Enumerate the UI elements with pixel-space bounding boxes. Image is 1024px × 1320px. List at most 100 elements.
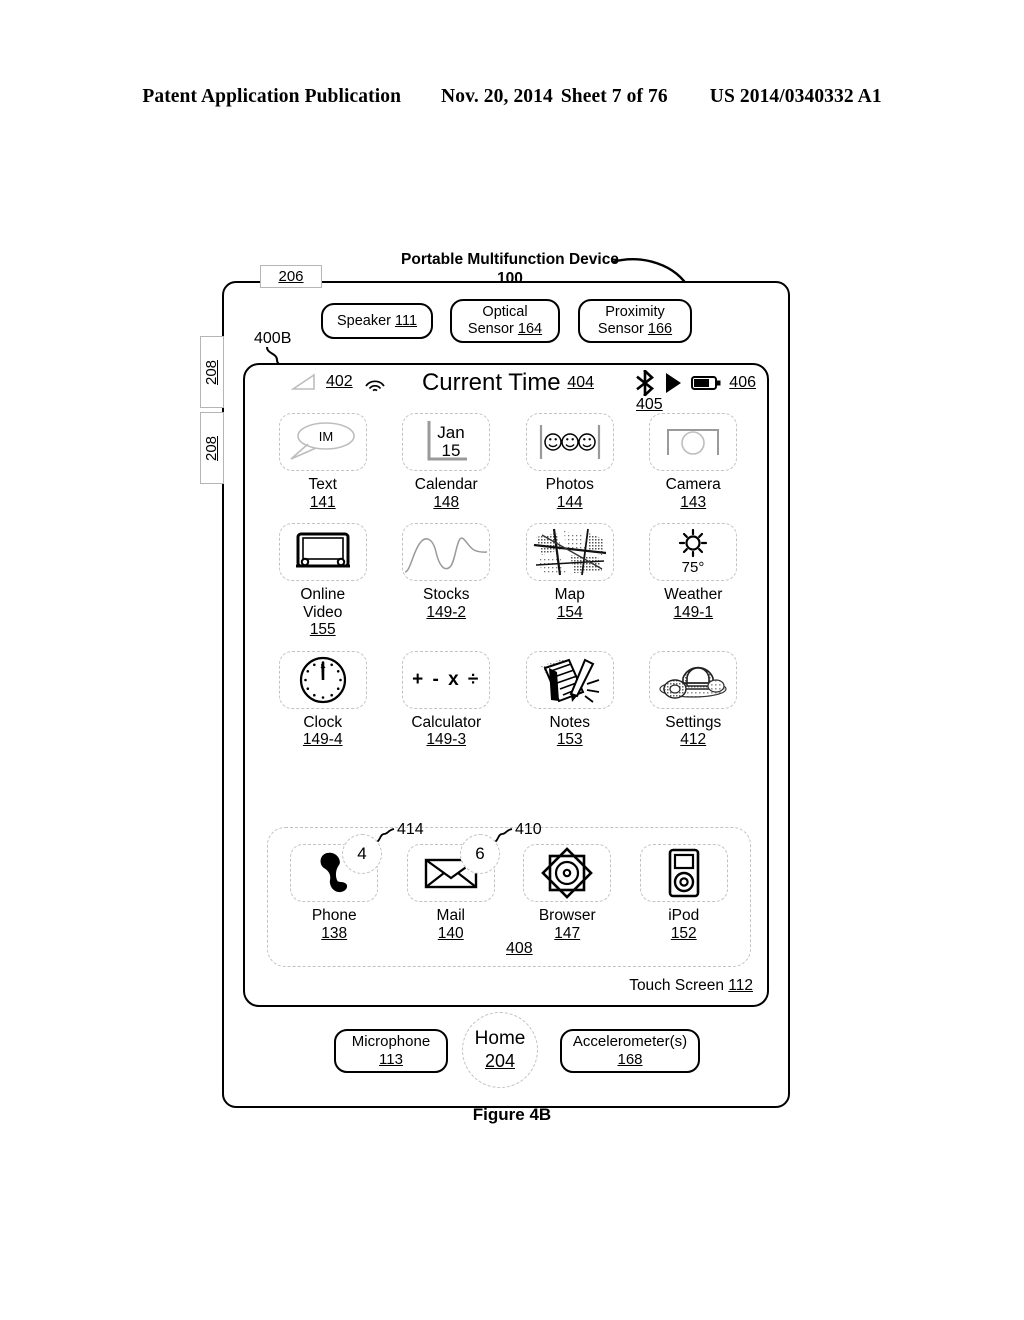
photos-app-ref: 144 bbox=[556, 493, 583, 511]
notes-app-label: Notes 153 bbox=[550, 714, 591, 749]
settings-app-label: Settings 412 bbox=[665, 714, 721, 749]
app-camera[interactable]: Camera 143 bbox=[637, 413, 749, 511]
home-button-ref: 204 bbox=[484, 1051, 516, 1071]
proximity-sensor-ref: 166 bbox=[647, 321, 673, 337]
settings-app-ref: 412 bbox=[680, 731, 707, 748]
gears-icon bbox=[659, 666, 727, 699]
app-calculator[interactable]: + - x ÷ Calculator 149-3 bbox=[390, 650, 502, 749]
text-app-name: Text bbox=[308, 476, 337, 493]
app-photos[interactable]: Photos 144 bbox=[514, 413, 626, 511]
calendar-icon: Jan 15 bbox=[427, 421, 468, 461]
stocks-app-tile[interactable] bbox=[402, 523, 491, 581]
app-settings[interactable]: Settings 412 bbox=[637, 650, 749, 749]
settings-app-name: Settings bbox=[665, 713, 722, 731]
phone-badge-ref: 414 bbox=[397, 821, 424, 838]
notes-app-ref: 153 bbox=[556, 731, 583, 748]
text-app-label: Text 141 bbox=[309, 476, 337, 511]
tab-208-upper: 208 bbox=[200, 336, 224, 408]
app-map[interactable]: Map 154 bbox=[514, 523, 626, 639]
browser-app-name: Browser bbox=[538, 907, 596, 924]
app-row-3: Clock 149-4 + - x ÷ Calculator 149-3 Not… bbox=[245, 650, 771, 749]
calendar-app-ref: 148 bbox=[433, 493, 460, 511]
mail-badge-ref: 410 bbox=[515, 821, 542, 838]
publication-label: Patent Application Publication bbox=[142, 86, 402, 107]
app-stocks[interactable]: Stocks 149-2 bbox=[390, 523, 502, 639]
browser-app-label: Browser 147 bbox=[539, 907, 596, 942]
publication-date: Nov. 20, 2014 bbox=[441, 86, 553, 107]
weather-app-ref: 149-1 bbox=[673, 603, 714, 621]
calculator-app-label: Calculator 149-3 bbox=[411, 714, 481, 749]
online-video-app-tile[interactable] bbox=[278, 523, 367, 581]
calculator-app-tile[interactable]: + - x ÷ bbox=[402, 650, 491, 709]
patent-number: US 2014/0340332 A1 bbox=[709, 86, 882, 107]
clock-app-tile[interactable] bbox=[278, 650, 367, 709]
phone-badge: 4 bbox=[342, 834, 382, 874]
camera-app-tile[interactable] bbox=[649, 413, 738, 471]
camera-app-label: Camera 143 bbox=[666, 476, 721, 511]
ipod-app-tile[interactable] bbox=[639, 844, 728, 902]
mail-badge: 6 bbox=[460, 834, 500, 874]
tab-206: 206 bbox=[260, 265, 322, 288]
app-text[interactable]: IM Text 141 bbox=[267, 413, 379, 511]
ipod-app-name: iPod bbox=[668, 907, 700, 924]
browser-app-ref: 147 bbox=[554, 924, 581, 942]
status-bar-right: 406 bbox=[635, 370, 756, 396]
proximity-sensor-label: Proximity bbox=[605, 304, 665, 320]
touch-screen[interactable]: 402 Current Time 404 406 405 IM Text 141… bbox=[243, 363, 769, 1007]
app-clock[interactable]: Clock 149-4 bbox=[267, 650, 379, 749]
calendar-app-tile[interactable]: Jan 15 bbox=[402, 413, 491, 471]
dock-row: Phone 138 Mail 140 Browser 147 iPod 152 bbox=[268, 828, 750, 942]
dock-item-ipod[interactable]: iPod 152 bbox=[628, 844, 740, 942]
map-app-ref: 154 bbox=[556, 603, 583, 621]
calendar-app-label: Calendar 148 bbox=[415, 476, 478, 511]
device-title-text: Portable Multifunction Device bbox=[401, 251, 619, 268]
weather-app-label: Weather 149-1 bbox=[664, 586, 722, 621]
mail-app-label: Mail 140 bbox=[437, 907, 465, 942]
app-weather[interactable]: 75° Weather 149-1 bbox=[637, 523, 749, 639]
sun-icon: 75° bbox=[679, 528, 708, 576]
dock-ref: 408 bbox=[506, 940, 533, 957]
tab-208-upper-label: 208 bbox=[203, 359, 221, 385]
current-time-label: Current Time bbox=[421, 369, 561, 396]
battery-ref: 406 bbox=[729, 374, 756, 391]
ipod-app-label: iPod 152 bbox=[668, 907, 699, 942]
dock-tray: Phone 138 Mail 140 Browser 147 iPod 152 … bbox=[267, 827, 751, 967]
calculator-icon: + - x ÷ bbox=[412, 668, 481, 690]
tab-208-lower: 208 bbox=[200, 412, 224, 484]
mail-badge-count: 6 bbox=[475, 844, 485, 863]
dock-item-browser[interactable]: Browser 147 bbox=[511, 844, 623, 942]
stocks-app-ref: 149-2 bbox=[426, 603, 467, 621]
app-notes[interactable]: Notes 153 bbox=[514, 650, 626, 749]
optical-sensor-label2: Sensor bbox=[467, 321, 514, 337]
app-online-video[interactable]: Online Video 155 bbox=[267, 523, 379, 639]
online-video-app-name: Online bbox=[300, 586, 346, 603]
patent-header: Patent Application Publication Nov. 20, … bbox=[0, 86, 1024, 108]
settings-app-tile[interactable] bbox=[649, 650, 738, 709]
status-bar: 402 Current Time 404 406 405 bbox=[245, 365, 771, 413]
stocks-app-label: Stocks 149-2 bbox=[423, 586, 470, 621]
home-button-label: Home bbox=[474, 1028, 526, 1049]
mail-app-ref: 140 bbox=[437, 924, 464, 942]
photos-app-label: Photos 144 bbox=[546, 476, 594, 511]
text-app-tile[interactable]: IM bbox=[278, 413, 367, 471]
ipod-icon bbox=[668, 848, 700, 898]
photos-smiley-icon bbox=[539, 425, 600, 459]
accelerometers-label: Accelerometer(s) bbox=[572, 1033, 688, 1050]
app-calendar[interactable]: Jan 15 Calendar 148 bbox=[390, 413, 502, 511]
phone-badge-count: 4 bbox=[357, 844, 367, 863]
calculator-app-ref: 149-3 bbox=[426, 731, 467, 748]
camera-app-ref: 143 bbox=[680, 493, 707, 511]
microphone-ref: 113 bbox=[379, 1051, 403, 1068]
browser-app-tile[interactable] bbox=[523, 844, 612, 902]
photos-app-tile[interactable] bbox=[525, 413, 614, 471]
optical-sensor-ref: 164 bbox=[517, 321, 543, 337]
map-app-tile[interactable] bbox=[525, 523, 614, 581]
optical-sensor-component: Optical Sensor 164 bbox=[450, 299, 560, 343]
clock-app-label: Clock 149-4 bbox=[303, 714, 343, 749]
speaker-ref: 111 bbox=[395, 312, 418, 329]
home-button[interactable]: Home 204 bbox=[462, 1012, 538, 1088]
notes-app-tile[interactable] bbox=[525, 650, 614, 709]
weather-app-tile[interactable]: 75° bbox=[649, 523, 738, 581]
ipod-app-ref: 152 bbox=[670, 924, 697, 942]
battery-icon bbox=[691, 376, 721, 390]
